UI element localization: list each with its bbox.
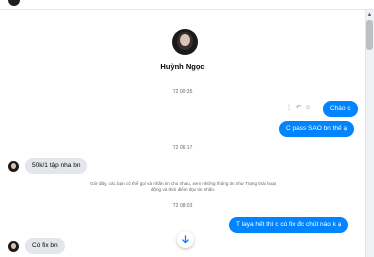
- scrollbar-thumb[interactable]: [366, 20, 373, 50]
- message-outgoing[interactable]: T laya hết thì c có fix đc chút nào k ạ: [229, 217, 349, 233]
- scroll-to-bottom-button[interactable]: [177, 231, 194, 248]
- timestamp: T2 06:17: [172, 145, 193, 151]
- timestamp: T2 08:03: [172, 203, 193, 209]
- messenger-chat-window: ▲ Huỳnh Ngọc T2 00:35 ⋮ ↶ ☺ Chào c C pas…: [0, 0, 374, 257]
- timestamp: T2 00:35: [172, 89, 193, 95]
- arrow-down-icon: [182, 235, 189, 244]
- contact-avatar[interactable]: [172, 29, 198, 55]
- profile-icon[interactable]: [8, 0, 20, 6]
- message-outgoing[interactable]: Chào c: [323, 101, 358, 117]
- message-incoming[interactable]: Có fix bn: [25, 238, 65, 254]
- contact-avatar-small[interactable]: [8, 241, 19, 252]
- scroll-up-arrow-icon[interactable]: ▲: [366, 12, 373, 18]
- react-icon[interactable]: ☺: [305, 104, 311, 112]
- message-incoming[interactable]: 50k/1 tập nha bn: [25, 158, 88, 174]
- message-actions: ⋮ ↶ ☺: [286, 103, 311, 113]
- contact-name[interactable]: Huỳnh Ngọc: [0, 62, 365, 71]
- notice-text: Giờ đây, các bạn có thể gọi và nhắn tin …: [90, 181, 276, 192]
- reply-icon[interactable]: ↶: [296, 104, 301, 112]
- message-outgoing[interactable]: C pass SAO bn thế ạ: [279, 121, 355, 137]
- top-bar: [0, 0, 374, 10]
- contact-avatar-small[interactable]: [8, 161, 19, 172]
- more-icon[interactable]: ⋮: [286, 104, 292, 112]
